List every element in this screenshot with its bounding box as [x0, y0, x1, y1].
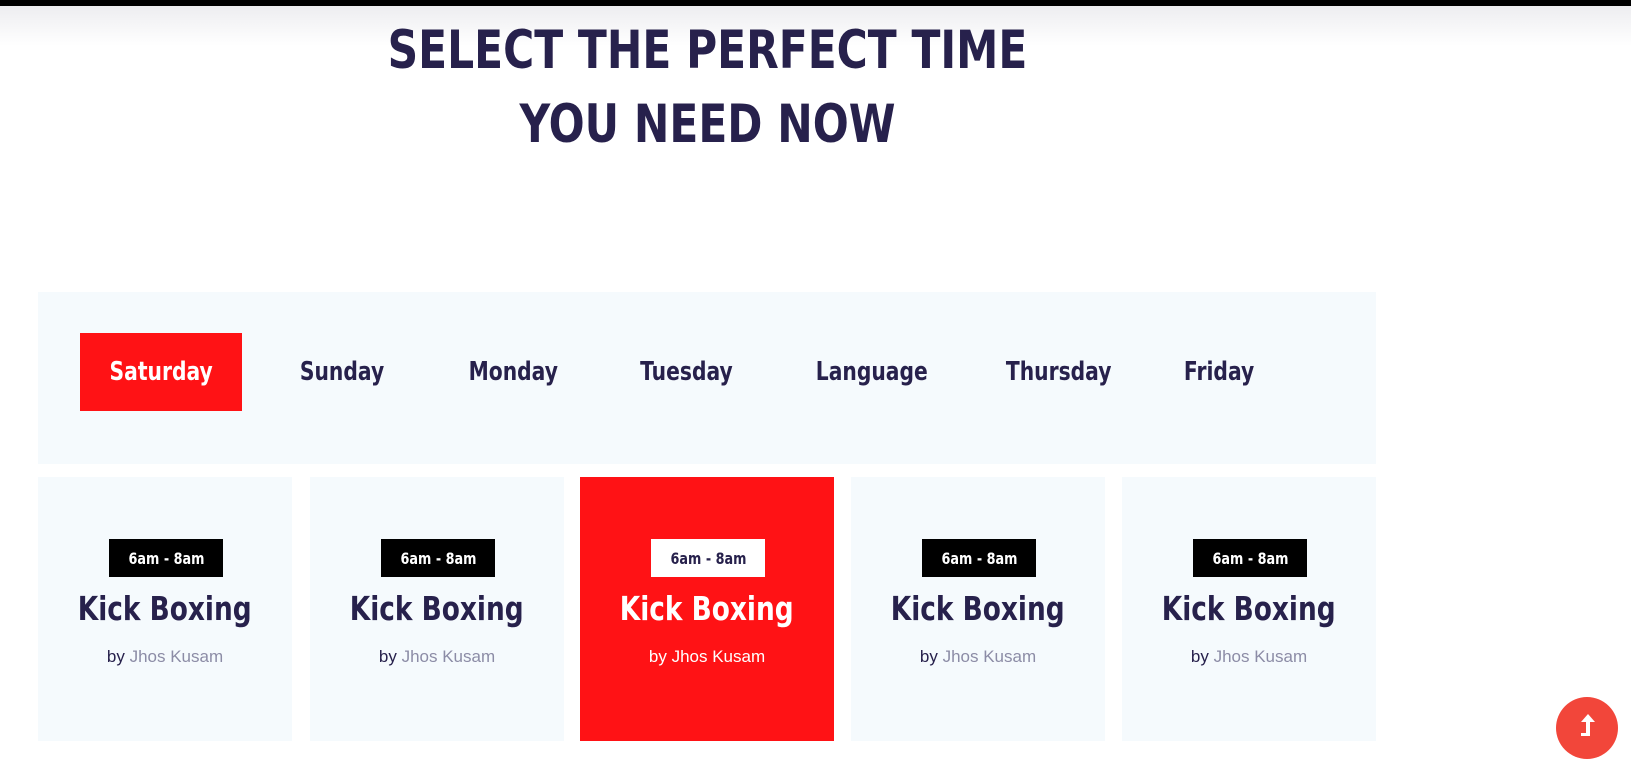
tab-label: Friday	[1183, 357, 1255, 387]
time-text: 6am - 8am	[127, 548, 204, 568]
tab-sunday[interactable]: Sunday	[282, 333, 402, 411]
trainer-line: by Jhos Kusam	[580, 647, 834, 667]
trainer-name: Jhos Kusam	[1213, 647, 1308, 666]
tab-friday[interactable]: Friday	[1164, 333, 1274, 411]
tab-label: Tuesday	[639, 357, 733, 387]
class-title: Kick Boxing	[851, 587, 1105, 631]
class-title-text: Kick Boxing	[78, 589, 252, 628]
class-title-text: Kick Boxing	[350, 589, 524, 628]
time-badge: 6am - 8am	[109, 539, 223, 577]
trainer-line: by Jhos Kusam	[310, 647, 564, 667]
class-card[interactable]: 6am - 8am Kick Boxing by Jhos Kusam	[310, 477, 564, 741]
scroll-to-top-button[interactable]	[1556, 697, 1618, 759]
trainer-line: by Jhos Kusam	[38, 647, 292, 667]
tab-language[interactable]: Language	[792, 333, 952, 411]
class-card[interactable]: 6am - 8am Kick Boxing by Jhos Kusam	[1122, 477, 1376, 741]
tab-monday[interactable]: Monday	[446, 333, 580, 411]
class-title-text: Kick Boxing	[620, 589, 794, 628]
page-title-line-2: YOU NEED NOW	[519, 94, 896, 155]
time-text: 6am - 8am	[940, 548, 1017, 568]
tab-label: Saturday	[109, 357, 213, 387]
time-badge: 6am - 8am	[651, 539, 765, 577]
time-text: 6am - 8am	[1211, 548, 1288, 568]
class-card[interactable]: 6am - 8am Kick Boxing by Jhos Kusam	[851, 477, 1105, 741]
class-title: Kick Boxing	[580, 587, 834, 631]
class-card[interactable]: 6am - 8am Kick Boxing by Jhos Kusam	[38, 477, 292, 741]
by-label: by	[648, 647, 667, 666]
time-badge: 6am - 8am	[922, 539, 1036, 577]
tab-tuesday[interactable]: Tuesday	[616, 333, 756, 411]
class-title: Kick Boxing	[1122, 587, 1376, 631]
page-title: SELECT THE PERFECT TIME YOU NEED NOW	[382, 14, 1034, 162]
time-text: 6am - 8am	[399, 548, 476, 568]
by-label: by	[106, 647, 125, 666]
by-label: by	[919, 647, 938, 666]
tab-saturday[interactable]: Saturday	[80, 333, 242, 411]
tab-label: Monday	[468, 357, 558, 387]
arrow-up-icon	[1575, 712, 1599, 745]
trainer-name: Jhos Kusam	[671, 647, 766, 666]
class-title-text: Kick Boxing	[1162, 589, 1336, 628]
by-label: by	[378, 647, 397, 666]
by-label: by	[1190, 647, 1209, 666]
time-badge: 6am - 8am	[381, 539, 495, 577]
tab-thursday[interactable]: Thursday	[982, 333, 1136, 411]
trainer-name: Jhos Kusam	[401, 647, 496, 666]
time-text: 6am - 8am	[669, 548, 746, 568]
tab-label: Language	[816, 357, 928, 387]
trainer-name: Jhos Kusam	[942, 647, 1037, 666]
class-title-text: Kick Boxing	[891, 589, 1065, 628]
time-badge: 6am - 8am	[1193, 539, 1307, 577]
class-title: Kick Boxing	[38, 587, 292, 631]
page-title-line-1: SELECT THE PERFECT TIME	[387, 20, 1028, 81]
trainer-line: by Jhos Kusam	[851, 647, 1105, 667]
tab-label: Sunday	[299, 357, 385, 387]
class-card-highlighted[interactable]: 6am - 8am Kick Boxing by Jhos Kusam	[580, 477, 834, 741]
tab-label: Thursday	[1006, 357, 1112, 387]
trainer-line: by Jhos Kusam	[1122, 647, 1376, 667]
trainer-name: Jhos Kusam	[129, 647, 224, 666]
day-tabs: Saturday Sunday Monday Tuesday Language …	[38, 292, 1376, 464]
class-title: Kick Boxing	[310, 587, 564, 631]
